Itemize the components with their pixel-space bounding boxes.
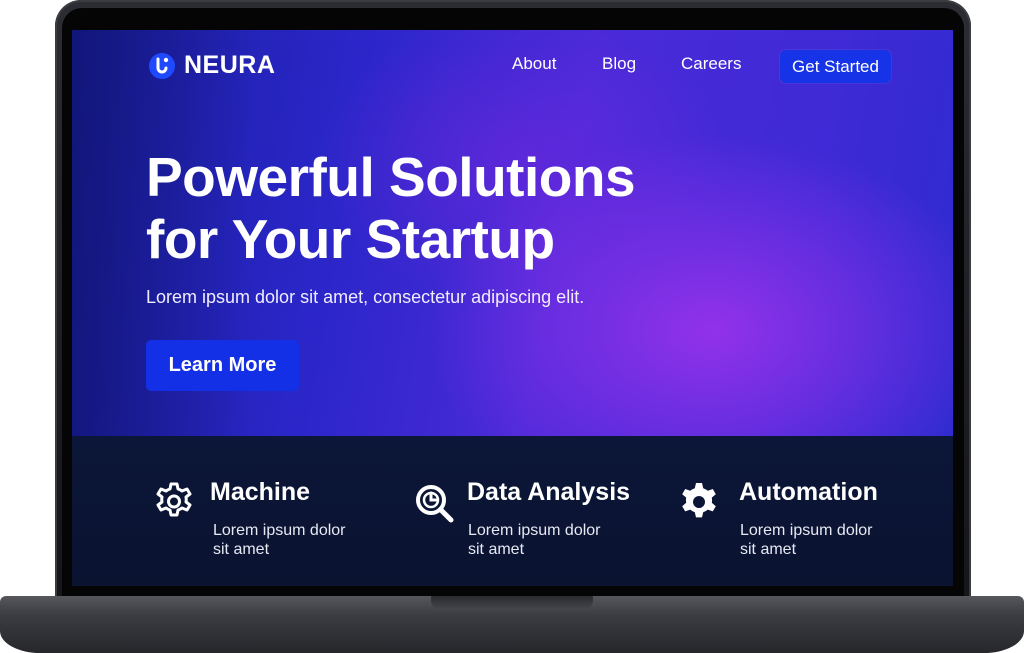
features-section: Machine Lorem ipsum dolor sit amet Data … [72, 436, 953, 586]
feature-desc-line2: sit amet [213, 541, 270, 558]
nav-link-about[interactable]: About [512, 54, 556, 74]
brand-name: NEURA [184, 51, 276, 79]
feature-desc-line1: Lorem ipsum dolor [468, 522, 601, 539]
feature-description: Lorem ipsum dolor sit amet [213, 521, 363, 559]
hero-subtitle: Lorem ipsum dolor sit amet, consectetur … [146, 287, 585, 307]
feature-title: Data Analysis [467, 478, 631, 506]
laptop-notch [431, 596, 593, 610]
magnifier-chart-icon [416, 485, 454, 523]
feature-desc-line1: Lorem ipsum dolor [740, 522, 873, 539]
laptop-screen: NEURA About Blog Careers Get Started Pow… [72, 30, 953, 586]
top-nav: NEURA About Blog Careers Get Started [72, 30, 953, 100]
learn-more-button[interactable]: Learn More [146, 340, 299, 391]
feature-description: Lorem ipsum dolor sit amet [468, 521, 618, 559]
hero-headline: Powerful Solutions for Your Startup [146, 146, 636, 270]
get-started-button[interactable]: Get Started [780, 50, 891, 83]
feature-description: Lorem ipsum dolor sit amet [740, 521, 890, 559]
feature-title: Machine [210, 478, 311, 506]
hero-section: NEURA About Blog Careers Get Started Pow… [72, 30, 953, 436]
feature-desc-line2: sit amet [468, 541, 525, 558]
neura-logo-icon [149, 52, 175, 79]
brand-logo[interactable]: NEURA [148, 51, 275, 80]
nav-link-blog[interactable]: Blog [602, 54, 636, 74]
nav-link-careers[interactable]: Careers [681, 54, 741, 74]
gear-filled-icon [682, 483, 716, 518]
hero-headline-line1: Powerful Solutions [146, 146, 636, 208]
feature-title: Automation [739, 478, 878, 506]
feature-desc-line2: sit amet [740, 541, 797, 558]
feature-desc-line1: Lorem ipsum dolor [213, 522, 346, 539]
hero-headline-line2: for Your Startup [146, 208, 555, 270]
gear-outline-icon [156, 482, 192, 517]
